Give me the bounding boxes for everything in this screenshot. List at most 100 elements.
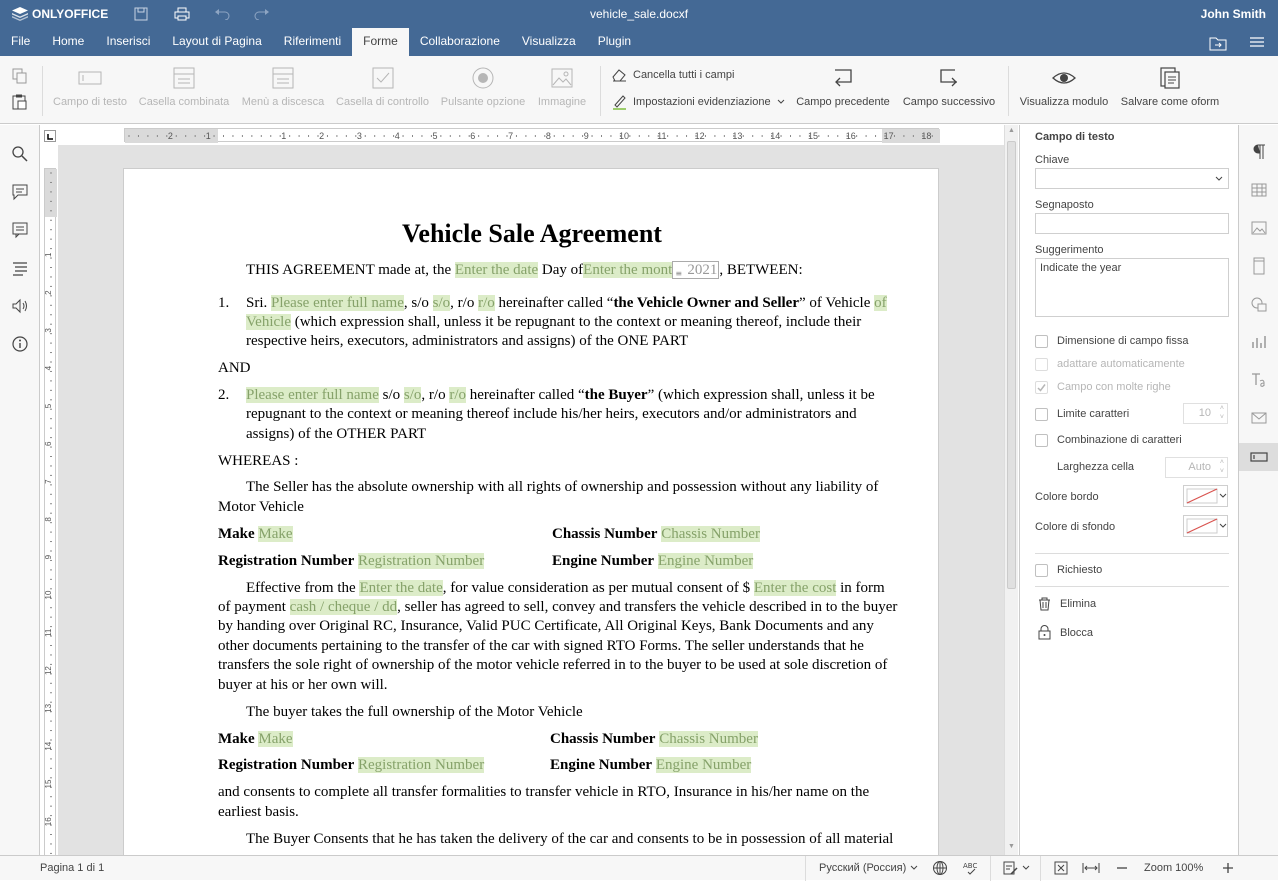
lock-button[interactable]: Blocca — [1038, 625, 1093, 643]
chart-settings-icon[interactable] — [1250, 333, 1268, 351]
save-oform-button[interactable]: Salvare come oform — [1118, 66, 1222, 108]
chassis-field[interactable]: Chassis Number — [661, 526, 760, 542]
user-name[interactable]: John Smith — [1201, 7, 1266, 21]
ro-field[interactable]: r/o — [449, 387, 466, 403]
registration-field[interactable]: Registration Number — [357, 553, 485, 569]
background-color-picker[interactable] — [1183, 515, 1228, 537]
field-handle-icon[interactable]: ≡ — [675, 264, 682, 283]
so-field[interactable]: s/o — [403, 387, 422, 403]
full-name-field[interactable]: Please enter full name — [271, 295, 404, 311]
comments-icon[interactable] — [11, 183, 29, 201]
dropdown-icon — [271, 66, 295, 90]
cell-width-spinner[interactable]: Auto ˄ ˅ — [1165, 457, 1228, 478]
track-changes-button[interactable] — [1002, 860, 1030, 876]
vehicle-field-cont[interactable]: Vehicle — [246, 314, 291, 330]
info-icon[interactable] — [11, 335, 29, 353]
zoom-in-icon[interactable] — [1221, 860, 1235, 879]
make-field[interactable]: Make — [258, 526, 293, 542]
tab-collaboration[interactable]: Collaborazione — [409, 28, 511, 56]
hamburger-menu-icon[interactable] — [1249, 35, 1267, 51]
year-field[interactable]: ≡ 2021 — [672, 261, 720, 279]
tab-plugin[interactable]: Plugin — [587, 28, 642, 56]
chat-icon[interactable] — [11, 221, 29, 239]
scroll-down-icon[interactable]: ▼ — [1008, 843, 1015, 850]
date-field[interactable]: Enter the date — [454, 262, 539, 278]
char-limit-spinner[interactable]: 10 ˄ ˅ — [1183, 403, 1228, 424]
doc-language-icon[interactable] — [932, 860, 948, 879]
autofit-checkbox[interactable] — [1035, 358, 1048, 371]
combo-box-button[interactable]: Casella combinata — [138, 66, 230, 108]
form-settings-icon[interactable] — [1250, 448, 1268, 466]
required-checkbox[interactable] — [1035, 564, 1048, 577]
document-page[interactable]: Vehicle Sale Agreement THIS AGREEMENT ma… — [123, 168, 939, 868]
make-field[interactable]: Make — [258, 731, 293, 747]
comb-checkbox[interactable] — [1035, 434, 1048, 447]
vertical-scrollbar[interactable]: ▲ ▼ — [1004, 125, 1018, 855]
paste-icon[interactable] — [12, 94, 28, 113]
clear-fields-button[interactable]: Cancella tutti i campi — [612, 68, 735, 82]
tab-file[interactable]: File — [0, 28, 41, 56]
delete-button[interactable]: Elimina — [1038, 597, 1096, 614]
zoom-out-icon[interactable] — [1115, 860, 1129, 879]
scrollbar-thumb[interactable] — [1007, 141, 1016, 589]
image-settings-icon[interactable] — [1250, 219, 1268, 237]
fit-page-icon[interactable] — [1053, 860, 1069, 879]
vehicle-field[interactable]: of — [874, 295, 887, 311]
previous-field-button[interactable]: Campo precedente — [795, 66, 891, 108]
shape-settings-icon[interactable] — [1250, 295, 1268, 313]
paragraph-settings-icon[interactable] — [1250, 143, 1268, 161]
tab-stop-selector[interactable] — [44, 130, 56, 142]
border-color-picker[interactable] — [1183, 485, 1228, 507]
copy-icon[interactable] — [12, 68, 28, 87]
text-field-button[interactable]: Campo di testo — [52, 66, 128, 108]
spinner-arrows-icon[interactable]: ˄ ˅ — [1220, 404, 1224, 422]
vertical-ruler[interactable]: 12345678910111213141516 — [44, 168, 57, 858]
tab-references[interactable]: Riferimenti — [273, 28, 352, 56]
tab-view[interactable]: Visualizza — [511, 28, 587, 56]
date-field[interactable]: Enter the date — [359, 580, 443, 596]
spinner-arrows-icon[interactable]: ˄ ˅ — [1220, 458, 1224, 476]
image-button[interactable]: Immagine — [535, 66, 589, 108]
fixed-size-checkbox[interactable] — [1035, 335, 1048, 348]
tab-home[interactable]: Home — [41, 28, 95, 56]
text-art-icon[interactable] — [1250, 371, 1268, 389]
mail-merge-icon[interactable] — [1250, 409, 1268, 427]
key-combobox[interactable] — [1035, 168, 1229, 189]
spellcheck-icon[interactable]: ABC — [962, 860, 980, 879]
fit-width-icon[interactable] — [1082, 860, 1100, 879]
month-field[interactable]: Enter the mont — [583, 262, 673, 278]
open-location-icon[interactable] — [1209, 35, 1227, 51]
multiline-checkbox[interactable] — [1035, 381, 1048, 394]
tab-insert[interactable]: Inserisci — [95, 28, 161, 56]
tab-forms[interactable]: Forme — [352, 28, 409, 56]
placeholder-input[interactable] — [1035, 213, 1229, 234]
tab-layout[interactable]: Layout di Pagina — [161, 28, 272, 56]
checkbox-button[interactable]: Casella di controllo — [335, 66, 430, 108]
speaker-icon[interactable] — [11, 297, 29, 315]
header-footer-icon[interactable] — [1250, 257, 1268, 275]
navigation-icon[interactable] — [11, 259, 29, 277]
engine-field[interactable]: Engine Number — [657, 553, 754, 569]
search-icon[interactable] — [11, 145, 29, 163]
page-indicator[interactable]: Pagina 1 di 1 — [40, 862, 104, 874]
so-field[interactable]: s/o — [432, 295, 451, 311]
ruler-label: 7 — [45, 479, 53, 484]
radio-button-button[interactable]: Pulsante opzione — [440, 66, 526, 108]
view-form-button[interactable]: Visualizza modulo — [1018, 66, 1110, 108]
tip-textarea[interactable]: Indicate the year — [1035, 258, 1229, 317]
ro-field[interactable]: r/o — [478, 295, 495, 311]
dropdown-button[interactable]: Menù a discesca — [240, 66, 326, 108]
language-selector[interactable]: Русский (Россия) — [819, 862, 918, 874]
payment-field[interactable]: cash / cheque / dd — [289, 599, 398, 615]
next-field-button[interactable]: Campo successivo — [900, 66, 998, 108]
horizontal-ruler[interactable]: 2 1 1 2 3 4 5 6 7 8 9 10 11 12 13 14 15 16 17 18 — [124, 128, 940, 143]
char-limit-checkbox[interactable] — [1035, 408, 1048, 421]
cost-field[interactable]: Enter the cost — [753, 580, 837, 596]
chassis-field[interactable]: Chassis Number — [659, 731, 758, 747]
full-name-field[interactable]: Please enter full name — [246, 387, 379, 403]
registration-field[interactable]: Registration Number — [357, 757, 485, 773]
table-settings-icon[interactable] — [1250, 181, 1268, 199]
highlight-settings-button[interactable]: Impostazioni evidenziazione — [612, 94, 785, 110]
engine-field[interactable]: Engine Number — [655, 757, 752, 773]
scroll-up-icon[interactable]: ▲ — [1008, 127, 1015, 134]
